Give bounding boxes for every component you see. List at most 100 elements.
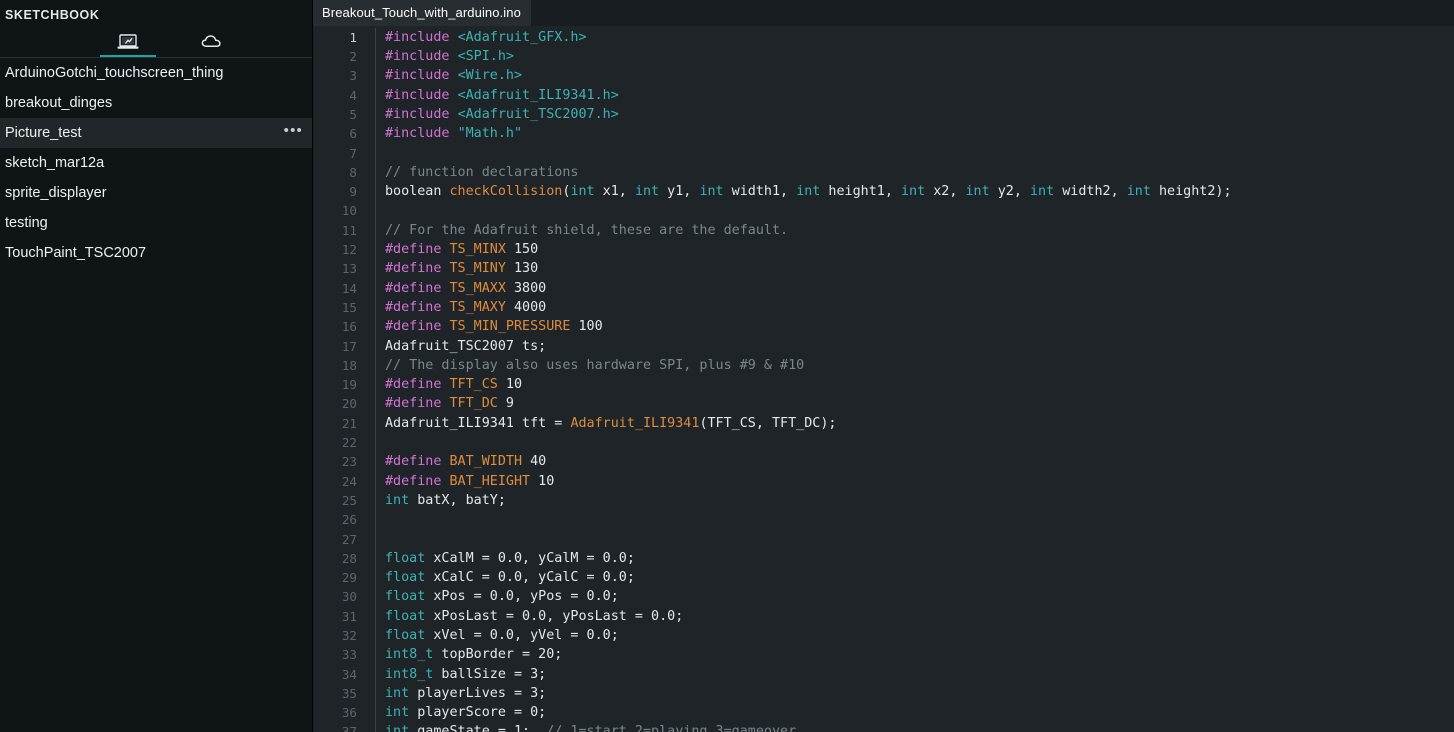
code-line[interactable]: 22 [313,432,1454,453]
code-token: #define [385,299,450,315]
code-line[interactable]: 16 #define TS_MIN_PRESSURE 100 [313,317,1454,337]
code-line[interactable]: 12 #define TS_MINX 150 [313,239,1454,260]
code-text: float xCalM = 0.0, yCalM = 0.0; [385,551,1454,566]
code-token: 3800 [505,280,547,296]
code-line[interactable]: 11 // For the Adafruit shield, these are … [313,220,1454,240]
sidebar-item-local-sketchbook[interactable] [100,26,156,57]
code-line[interactable]: 5 #include <Adafruit_TSC2007.h> [313,104,1454,125]
code-token: #define [385,280,450,296]
code-token: ballSize = 3; [433,666,547,682]
gutter-divider [375,239,385,260]
overflow-menu-icon[interactable]: ••• [284,123,303,140]
code-line[interactable]: 10 [313,201,1454,221]
code-line[interactable]: 9 boolean checkCollision(int x1, int y1, … [313,182,1454,202]
code-text: #include "Math.h" [385,126,1454,141]
line-number: 35 [341,685,357,701]
code-token: TS_MIN_PRESSURE [449,319,571,335]
list-item[interactable]: sprite_displayer••• [0,178,313,208]
code-token: <Wire.h> [457,68,523,84]
code-line[interactable]: 1 #include <Adafruit_GFX.h> [313,27,1454,47]
code-line[interactable]: 24 #define BAT_HEIGHT 10 [313,471,1454,491]
sidebar-item-cloud-sketchbook[interactable] [184,26,240,57]
list-item[interactable]: TouchPaint_TSC2007••• [0,238,313,268]
code-token: TS_MINY [449,261,506,277]
code-line[interactable]: 21 Adafruit_ILI9341 tft = Adafruit_ILI934… [313,413,1454,433]
arduino-ide-window: SKETCHBOOK ArduinoGotchi_touchscreen_thi… [0,0,1454,732]
code-token: int [634,184,660,200]
code-line[interactable]: 33 int8_t topBorder = 20; [313,645,1454,665]
line-number: 16 [341,319,357,335]
line-number: 22 [341,435,357,451]
sidebar-tab-strip [0,24,313,57]
list-item[interactable]: breakout_dinges••• [0,88,313,118]
code-token: "Math.h" [457,126,523,142]
code-token: x2, [925,184,966,200]
code-line[interactable]: 8 // function declarations [313,162,1454,183]
code-line[interactable]: 19 #define TFT_CS 10 [313,375,1454,395]
gutter-divider [375,66,385,86]
list-item[interactable]: Picture_test ••• [0,118,313,148]
code-line[interactable]: 34 int8_t ballSize = 3; [313,664,1454,684]
code-token: gameState = 1; [409,724,547,732]
code-token: xPos = 0.0, yPos = 0.0; [425,589,619,605]
gutter-divider [375,452,385,472]
code-line[interactable]: 26 [313,510,1454,530]
code-line[interactable]: 29 float xCalC = 0.0, yCalC = 0.0; [313,567,1454,588]
editor-tab-bar: Breakout_Touch_with_arduino.ino [313,0,1454,26]
gutter-divider [375,587,385,607]
code-token: int [1126,184,1151,200]
code-text: float xPos = 0.0, yPos = 0.0; [385,589,1454,604]
code-line[interactable]: 7 [313,143,1454,163]
code-line[interactable]: 35 int playerLives = 3; [313,683,1454,704]
code-line[interactable]: 13 #define TS_MINY 130 [313,259,1454,279]
code-line[interactable]: 37 int gameState = 1; // 1=start 2=playin… [313,722,1454,732]
code-line[interactable]: 6 #include "Math.h" [313,124,1454,144]
code-line[interactable]: 17 Adafruit_TSC2007 ts; [313,336,1454,356]
gutter-divider [375,394,385,414]
gutter-divider [375,201,385,221]
code-line[interactable]: 15 #define TS_MAXY 4000 [313,297,1454,318]
tab-breakout-touch-with-arduino[interactable]: Breakout_Touch_with_arduino.ino [313,0,531,26]
line-number: 26 [341,512,357,528]
line-number: 30 [341,589,357,605]
code-line[interactable]: 14 #define TS_MAXX 3800 [313,278,1454,298]
line-number: 14 [341,280,357,296]
sketch-name: sprite_displayer [5,185,107,201]
list-item[interactable]: sketch_mar12a••• [0,148,313,178]
code-line[interactable]: 32 float xVel = 0.0, yVel = 0.0; [313,625,1454,646]
sketch-list: ArduinoGotchi_touchscreen_thing•••breako… [0,58,313,732]
code-line[interactable]: 25 int batX, batY; [313,490,1454,511]
line-number: 17 [341,338,357,354]
code-line[interactable]: 28 float xCalM = 0.0, yCalM = 0.0; [313,548,1454,568]
code-text: #define TS_MINY 130 [385,261,1454,276]
code-line[interactable]: 18 // The display also uses hardware SPI,… [313,355,1454,375]
code-line[interactable]: 3 #include <Wire.h> [313,66,1454,86]
inactive-tab-underline [184,55,240,57]
line-number: 23 [341,454,357,470]
list-item[interactable]: ArduinoGotchi_touchscreen_thing••• [0,58,313,88]
code-text: Adafruit_ILI9341 tft = Adafruit_ILI9341(… [385,416,1454,431]
code-editor[interactable]: 1 #include <Adafruit_GFX.h> 2 #include <SPI… [313,25,1454,732]
code-token: <Adafruit_GFX.h> [457,29,587,45]
gutter-divider [375,104,385,125]
code-line[interactable]: 4 #include <Adafruit_ILI9341.h> [313,85,1454,105]
code-token: topBorder = 20; [433,647,563,663]
code-line[interactable]: 23 #define BAT_WIDTH 40 [313,452,1454,472]
code-line[interactable]: 31 float xPosLast = 0.0, yPosLast = 0.0; [313,606,1454,626]
code-line[interactable]: 2 #include <SPI.h> [313,46,1454,67]
code-line[interactable]: 30 float xPos = 0.0, yPos = 0.0; [313,587,1454,607]
gutter-divider [375,182,385,202]
code-line[interactable]: 27 [313,529,1454,549]
gutter-divider [375,548,385,568]
code-token: boolean [385,184,450,200]
code-line[interactable]: 20 #define TFT_DC 9 [313,394,1454,414]
code-token: // 1=start 2=playing 3=gameover [546,724,797,732]
code-text: float xVel = 0.0, yVel = 0.0; [385,628,1454,643]
line-number: 3 [349,68,357,84]
code-line[interactable]: 36 int playerScore = 0; [313,703,1454,723]
code-text: int8_t ballSize = 3; [385,667,1454,682]
list-item[interactable]: testing••• [0,208,313,238]
code-token: // function declarations [385,164,579,180]
line-number: 28 [341,550,357,566]
line-number: 20 [341,396,357,412]
